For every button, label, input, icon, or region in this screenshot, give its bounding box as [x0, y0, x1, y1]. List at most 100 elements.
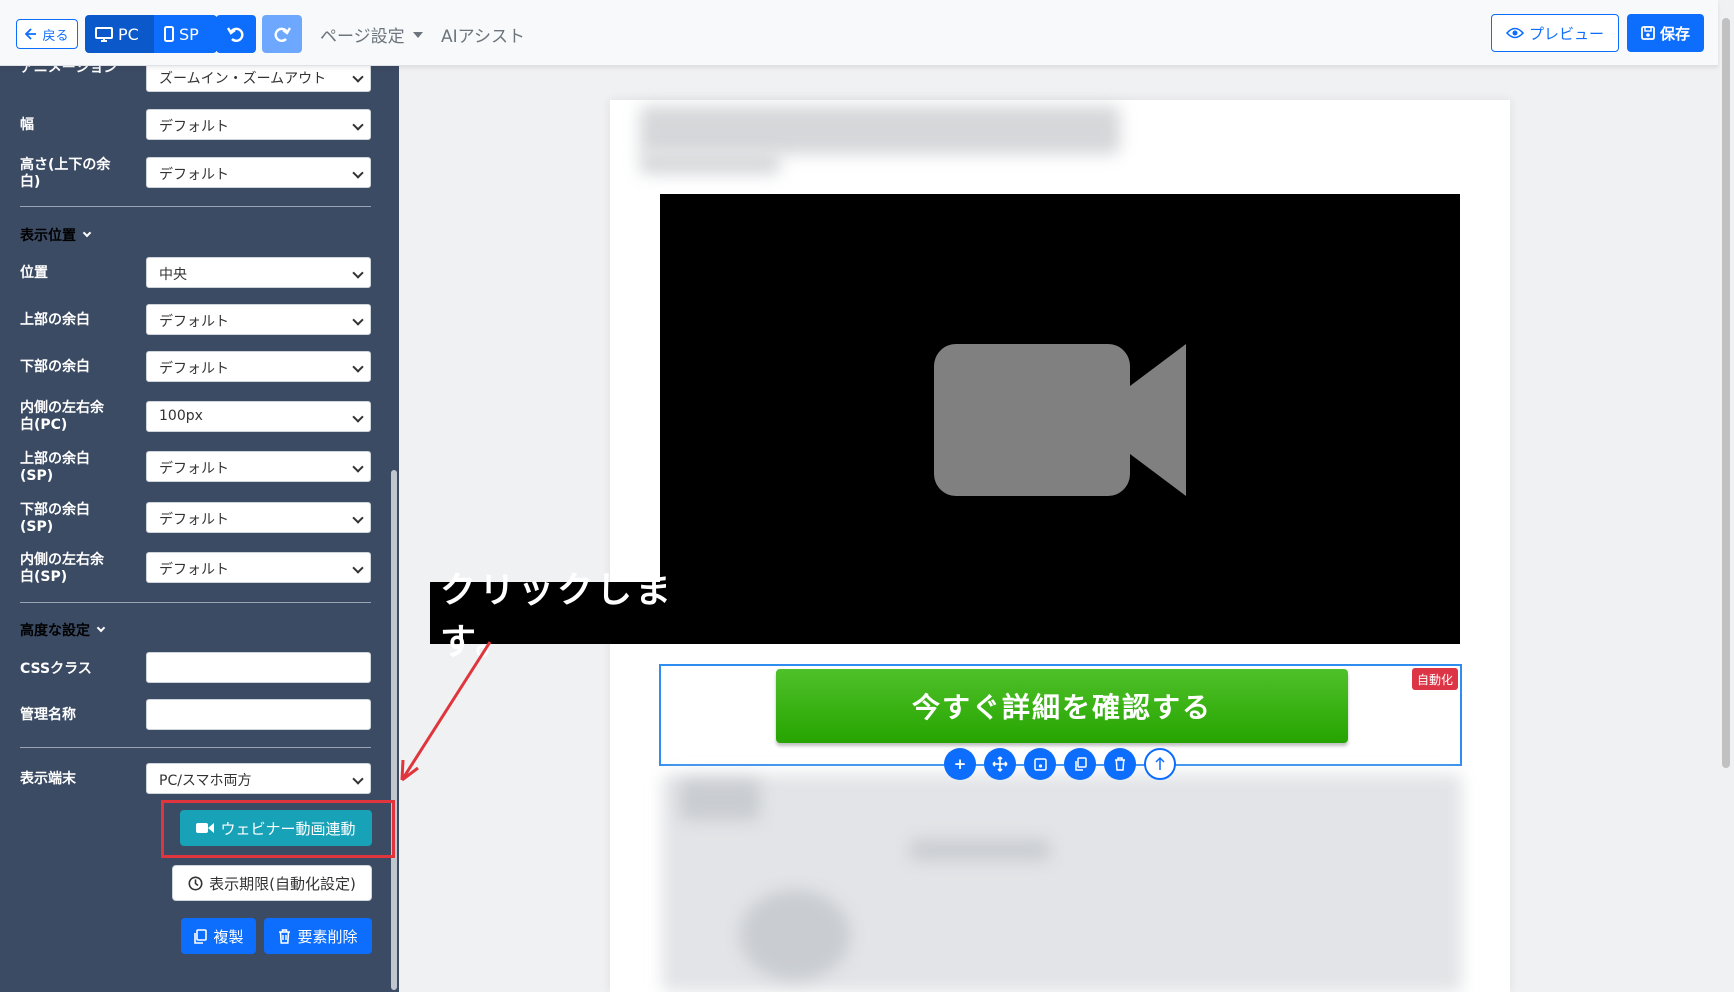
admin-name-label: 管理名称	[20, 707, 76, 723]
display-device-select[interactable]: PC/スマホ両方	[146, 763, 371, 794]
blurred-content-item	[910, 840, 1050, 860]
height-value: デフォルト	[159, 167, 229, 183]
admin-name-input[interactable]	[146, 699, 371, 730]
position-section-toggle[interactable]: 表示位置	[20, 225, 92, 245]
eye-icon	[1505, 27, 1524, 39]
save-button[interactable]: 保存	[1627, 14, 1704, 52]
copy-icon[interactable]	[1064, 748, 1096, 780]
main-scrollbar-thumb[interactable]	[1722, 18, 1730, 768]
display-device-value: PC/スマホ両方	[159, 773, 252, 789]
position-section-label: 表示位置	[20, 228, 76, 244]
width-value: デフォルト	[159, 119, 229, 135]
width-label: 幅	[20, 117, 34, 133]
add-icon[interactable]: +	[944, 748, 976, 780]
animation-value: ズームイン・ズームアウト	[159, 71, 327, 87]
bottom-margin-sp-select[interactable]: デフォルト	[146, 502, 371, 533]
save-label: 保存	[1659, 24, 1690, 43]
preview-label: プレビュー	[1528, 24, 1604, 43]
instruction-callout: クリックします。	[430, 570, 748, 663]
undo-icon	[226, 24, 246, 44]
css-class-input[interactable]	[146, 652, 371, 683]
inner-padding-sp-select[interactable]: デフォルト	[146, 552, 371, 583]
device-sp-button[interactable]: SP	[153, 15, 217, 53]
delete-element-label: 要素削除	[297, 927, 358, 946]
height-select[interactable]: デフォルト	[146, 157, 371, 188]
inner-padding-sp-label: 内側の左右余白(SP)	[20, 552, 104, 585]
blurred-content-item	[740, 890, 850, 980]
bottom-margin-value: デフォルト	[159, 361, 229, 377]
clock-icon	[188, 876, 203, 891]
device-toggle: PC SP	[85, 15, 217, 53]
bottom-margin-select[interactable]: デフォルト	[146, 351, 371, 382]
device-pc-label: PC	[118, 24, 139, 44]
position-value: 中央	[159, 267, 187, 283]
css-class-label: CSSクラス	[20, 661, 92, 677]
copy-icon	[193, 928, 208, 944]
move-icon[interactable]	[984, 748, 1016, 780]
back-label: 戻る	[42, 28, 69, 44]
advanced-section-toggle[interactable]: 高度な設定	[20, 620, 106, 640]
blurred-heading	[640, 106, 1120, 154]
video-camera-icon	[934, 344, 1186, 496]
top-margin-label: 上部の余白	[20, 312, 90, 328]
top-toolbar: 戻る PC SP ページ設定 AIアシスト プレビュー 保存	[0, 0, 1718, 66]
redo-button[interactable]	[262, 15, 302, 53]
back-button[interactable]: 戻る	[16, 19, 78, 49]
page-settings-label: ページ設定	[320, 27, 405, 47]
ai-assist-menu[interactable]: AIアシスト	[441, 22, 525, 47]
blurred-content-item	[680, 780, 760, 820]
device-sp-label: SP	[179, 24, 199, 44]
arrow-up-icon[interactable]	[1144, 748, 1176, 780]
cta-button[interactable]: 今すぐ詳細を確認する	[776, 669, 1348, 743]
save-element-icon[interactable]	[1024, 748, 1056, 780]
ai-assist-label: AIアシスト	[441, 27, 525, 47]
sidebar-divider	[20, 747, 371, 748]
video-placeholder[interactable]	[660, 194, 1460, 644]
trash-icon	[278, 928, 291, 944]
caret-down-icon	[412, 31, 423, 38]
top-margin-select[interactable]: デフォルト	[146, 304, 371, 335]
display-device-label: 表示端末	[20, 771, 76, 787]
undo-button[interactable]	[216, 15, 256, 53]
blurred-subheading	[640, 152, 780, 174]
bottom-margin-sp-label: 下部の余白(SP)	[20, 502, 90, 535]
inner-padding-pc-label: 内側の左右余白(PC)	[20, 400, 104, 433]
arrow-left-icon	[25, 28, 37, 40]
highlight-box	[161, 800, 395, 858]
top-margin-sp-label: 上部の余白(SP)	[20, 451, 90, 484]
position-label: 位置	[20, 265, 48, 281]
inner-padding-pc-select[interactable]: 100px	[146, 401, 371, 432]
desktop-icon	[95, 26, 113, 42]
bottom-margin-label: 下部の余白	[20, 359, 90, 375]
floppy-disk-icon	[1641, 26, 1655, 40]
bottom-margin-sp-value: デフォルト	[159, 512, 229, 528]
mobile-icon	[164, 26, 174, 42]
top-margin-value: デフォルト	[159, 314, 229, 330]
position-select[interactable]: 中央	[146, 257, 371, 288]
page-settings-menu[interactable]: ページ設定	[320, 22, 423, 47]
automation-badge: 自動化	[1411, 668, 1458, 690]
sidebar-divider	[20, 206, 371, 207]
trash-icon[interactable]	[1104, 748, 1136, 780]
automation-badge-label: 自動化	[1416, 672, 1453, 687]
advanced-section-label: 高度な設定	[20, 623, 90, 639]
annotation-arrow	[400, 641, 492, 782]
preview-button[interactable]: プレビュー	[1491, 14, 1619, 52]
duplicate-label: 複製	[213, 927, 244, 946]
redo-icon	[272, 24, 292, 44]
sidebar-divider	[20, 602, 371, 603]
top-margin-sp-value: デフォルト	[159, 461, 229, 477]
chevron-down-icon	[82, 228, 92, 238]
duplicate-button[interactable]: 複製	[181, 918, 256, 954]
delete-element-button[interactable]: 要素削除	[264, 918, 372, 954]
inner-padding-sp-value: デフォルト	[159, 562, 229, 578]
element-toolbar: +	[944, 748, 1176, 780]
width-select[interactable]: デフォルト	[146, 109, 371, 140]
top-margin-sp-select[interactable]: デフォルト	[146, 451, 371, 482]
display-period-button[interactable]: 表示期限(自動化設定)	[172, 865, 372, 901]
height-label: 高さ(上下の余白)	[20, 157, 111, 190]
inner-padding-pc-value: 100px	[159, 408, 203, 424]
device-pc-button[interactable]: PC	[85, 15, 153, 53]
chevron-down-icon	[96, 623, 106, 633]
cta-button-label: 今すぐ詳細を確認する	[911, 691, 1212, 724]
